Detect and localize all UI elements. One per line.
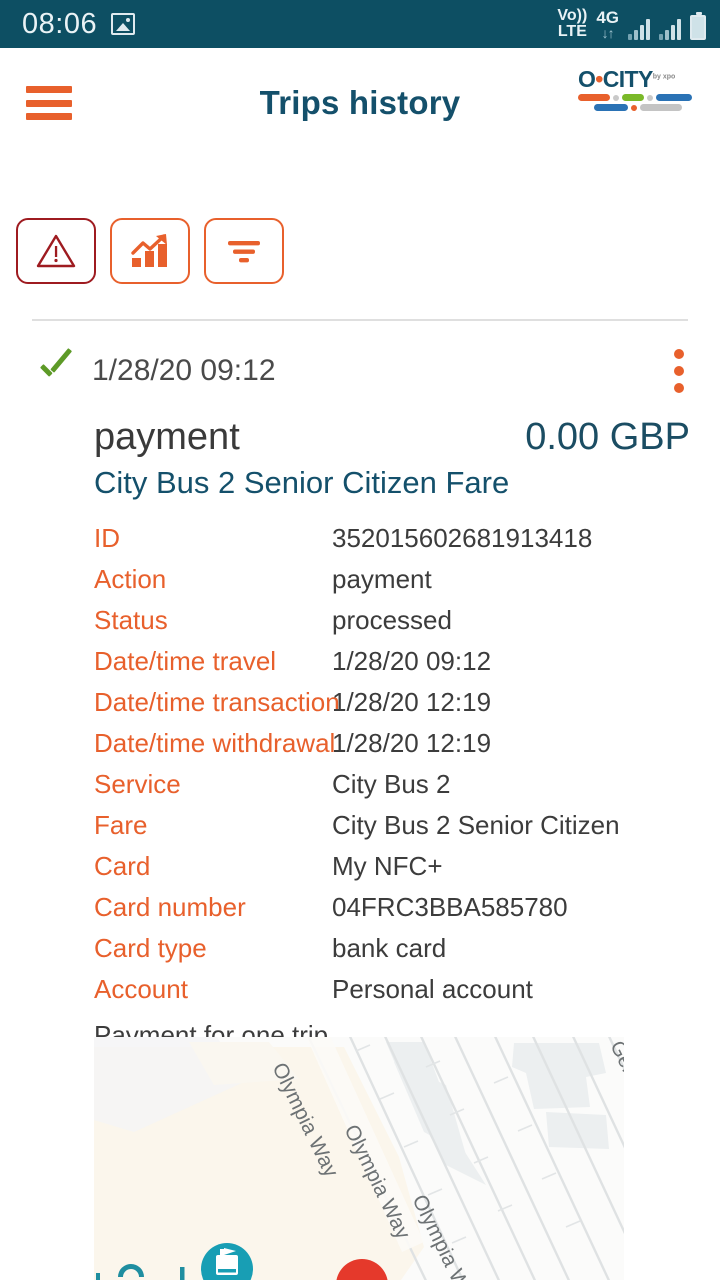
- app-logo: O•CITYby xpo: [578, 68, 698, 116]
- trip-record[interactable]: 1/28/20 09:12 payment 0.00 GBP City Bus …: [0, 340, 720, 1051]
- green-check-icon: [34, 354, 80, 388]
- volte-line-2: LTE: [557, 23, 587, 40]
- record-datetime: 1/28/20 09:12: [92, 354, 276, 387]
- table-row: Card type bank card: [94, 933, 720, 974]
- status-bar-clock: 08:06: [22, 7, 98, 40]
- table-row: Card number 04FRC3BBA585780: [94, 892, 720, 933]
- detail-label: ID: [94, 523, 120, 553]
- app-screen: 08:06 Vo)) LTE 4G ↓↑ Trips history O•CIT…: [0, 0, 720, 1280]
- record-header-row: 1/28/20 09:12: [0, 340, 720, 402]
- detail-label: Date/time withdrawal: [94, 728, 336, 758]
- detail-value: 1/28/20 12:19: [332, 728, 492, 758]
- volte-line-1: Vo)): [557, 6, 588, 24]
- statistics-button[interactable]: [110, 218, 190, 284]
- status-bar: 08:06 Vo)) LTE 4G ↓↑: [0, 0, 720, 48]
- signal-bars-icon: [628, 18, 650, 41]
- detail-label: Service: [94, 769, 181, 799]
- data-transfer-arrows-icon: ↓↑: [601, 25, 615, 42]
- detail-value: processed: [332, 605, 452, 635]
- network-type-icon: 4G ↓↑: [596, 7, 619, 42]
- network-label: 4G: [596, 7, 619, 27]
- toolbar: [16, 218, 284, 284]
- detail-label: Account: [94, 974, 188, 1004]
- detail-value: 1/28/20 09:12: [332, 646, 492, 676]
- table-row: Date/time transaction 1/28/20 12:19: [94, 687, 720, 728]
- detail-value: City Bus 2: [332, 769, 451, 799]
- record-details-table: ID 352015602681913418 Action payment Sta…: [0, 523, 720, 1051]
- battery-icon: [690, 12, 706, 41]
- logo-o: O: [578, 66, 596, 92]
- logo-city: CITY: [602, 66, 654, 92]
- bar-chart-trend-icon: [131, 234, 167, 267]
- record-action: payment: [94, 416, 240, 458]
- table-row: Card My NFC+: [94, 851, 720, 892]
- image-icon: [111, 13, 136, 35]
- status-bar-left: 08:06: [22, 7, 136, 41]
- table-row: Fare City Bus 2 Senior Citizen Fare: [94, 810, 720, 851]
- detail-value: Personal account: [332, 974, 533, 1004]
- kebab-menu-icon[interactable]: [668, 343, 690, 399]
- detail-label: Card: [94, 851, 151, 881]
- table-row: Service City Bus 2: [94, 769, 720, 810]
- detail-value: payment: [332, 564, 432, 594]
- logo-byline: by xpo: [652, 73, 676, 81]
- table-row: Action payment: [94, 564, 720, 605]
- detail-label: Card number: [94, 892, 246, 922]
- table-row: Date/time withdrawal 1/28/20 12:19: [94, 728, 720, 769]
- logo-wordmark: O•CITYby xpo: [578, 68, 698, 91]
- map-canvas: Olympia Way Olympia Way Olympia Way Ger: [94, 1037, 624, 1280]
- detail-label: Fare: [94, 810, 148, 840]
- table-row: Account Personal account: [94, 974, 720, 1015]
- detail-label: Date/time travel: [94, 646, 277, 676]
- filter-button[interactable]: [204, 218, 284, 284]
- detail-value: My NFC+: [332, 851, 443, 881]
- detail-value: 352015602681913418: [332, 523, 593, 553]
- signal-bars-icon-2: [659, 18, 681, 41]
- record-amount: 0.00 GBP: [525, 416, 690, 458]
- table-row: Status processed: [94, 605, 720, 646]
- table-row: ID 352015602681913418: [94, 523, 720, 564]
- detail-label: Action: [94, 564, 167, 594]
- filter-icon: [228, 241, 260, 263]
- detail-label: Date/time transaction: [94, 687, 340, 717]
- record-fare-title: City Bus 2 Senior Citizen Fare: [94, 465, 510, 500]
- trip-map[interactable]: Olympia Way Olympia Way Olympia Way Ger: [94, 1037, 624, 1280]
- alerts-button[interactable]: [16, 218, 96, 284]
- volte-icon: Vo)) LTE: [557, 6, 588, 41]
- detail-value: bank card: [332, 933, 447, 963]
- detail-value: 04FRC3BBA585780: [332, 892, 568, 922]
- record-summary-row: payment 0.00 GBP: [0, 416, 720, 459]
- table-row: Date/time travel 1/28/20 09:12: [94, 646, 720, 687]
- detail-label: Card type: [94, 933, 207, 963]
- logo-bars-graphic: [578, 94, 698, 111]
- detail-value: City Bus 2 Senior Citizen Fare: [332, 810, 628, 840]
- warning-triangle-icon: [36, 234, 76, 268]
- status-bar-right: Vo)) LTE 4G ↓↑: [557, 6, 706, 42]
- app-header: Trips history O•CITYby xpo: [0, 48, 720, 158]
- detail-value: 1/28/20 12:19: [332, 687, 492, 717]
- detail-label: Status: [94, 605, 168, 635]
- section-divider: [32, 319, 688, 321]
- logo-dot: •: [595, 66, 603, 92]
